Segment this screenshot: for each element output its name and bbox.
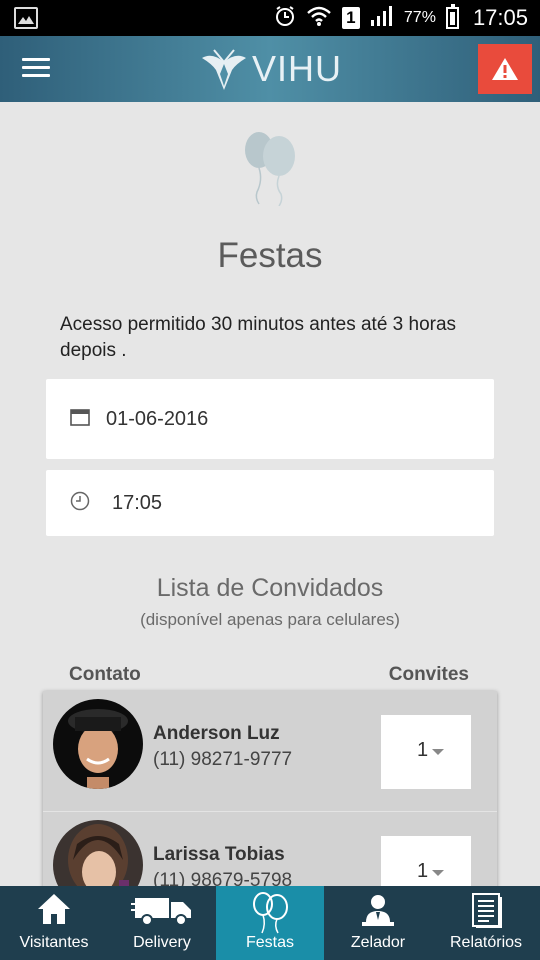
status-bar: 1 77% 17:05 <box>0 0 540 36</box>
guests-title: Lista de Convidados <box>156 574 384 602</box>
logo-text: VIHU <box>252 48 343 89</box>
gallery-icon <box>14 7 38 29</box>
nav-label: Visitantes <box>19 934 89 951</box>
nav-label: Delivery <box>133 934 191 951</box>
nav-label: Festas <box>245 934 294 951</box>
access-note: Acesso permitido 30 minutos antes até 3 … <box>60 314 457 361</box>
app-bar: VIHU <box>0 36 540 102</box>
guest-phone: (11) 98679-5798 <box>153 870 293 886</box>
battery-percent: 77% <box>403 9 436 26</box>
list-item: Anderson Luz (11) 98271-9777 1 <box>43 691 497 812</box>
chevron-down-icon <box>432 870 444 876</box>
bottom-nav: Visitantes Delivery Festas Zelador Relat… <box>0 886 540 960</box>
calendar-icon <box>70 408 90 431</box>
avatar <box>53 820 143 886</box>
signal-icon <box>370 5 394 32</box>
guest-name: Anderson Luz <box>153 723 280 744</box>
column-header-contact: Contato <box>69 664 141 685</box>
nav-item-delivery[interactable]: Delivery <box>108 886 216 960</box>
time-value: 17:05 <box>112 491 163 514</box>
guest-phone: (11) 98271-9777 <box>153 749 293 770</box>
nav-label: Relatórios <box>449 934 523 951</box>
truck-icon <box>131 892 193 931</box>
date-value: 01-06-2016 <box>106 407 209 430</box>
date-field[interactable]: 01-06-2016 <box>46 379 494 459</box>
guest-list: Anderson Luz (11) 98271-9777 1 Larissa T… <box>43 691 497 886</box>
janitor-icon <box>360 892 396 933</box>
nav-item-zelador[interactable]: Zelador <box>324 886 432 960</box>
guests-subtitle: (disponível apenas para celulares) <box>140 610 400 629</box>
wifi-icon <box>306 5 332 32</box>
clock-icon <box>70 491 90 516</box>
balloons-icon <box>241 130 301 211</box>
chevron-down-icon <box>432 749 444 755</box>
balloons-icon <box>251 892 289 939</box>
sim-icon: 1 <box>341 7 360 29</box>
nav-item-relatorios[interactable]: Relatórios <box>432 886 540 960</box>
alarm-icon <box>274 5 296 32</box>
alert-button[interactable] <box>478 44 532 94</box>
column-header-invites: Convites <box>388 664 469 685</box>
time-field[interactable]: 17:05 <box>46 470 494 536</box>
list-item: Larissa Tobias (11) 98679-5798 1 <box>43 812 497 886</box>
festas-content: Festas Acesso permitido 30 minutos antes… <box>0 102 540 886</box>
page-title: Festas <box>217 236 323 275</box>
battery-icon <box>445 4 459 29</box>
vihu-logo-icon <box>202 49 246 90</box>
logo: VIHU <box>200 42 342 96</box>
nav-item-festas[interactable]: Festas <box>216 886 324 960</box>
invites-select[interactable]: 1 <box>381 836 471 886</box>
invites-value: 1 <box>417 739 429 761</box>
invites-value: 1 <box>417 860 429 882</box>
guest-name: Larissa Tobias <box>153 844 285 865</box>
avatar <box>53 699 143 789</box>
nav-item-visitantes[interactable]: Visitantes <box>0 886 108 960</box>
menu-icon[interactable] <box>22 56 50 80</box>
nav-label: Zelador <box>350 934 406 951</box>
invites-select[interactable]: 1 <box>381 715 471 789</box>
report-icon <box>469 892 503 933</box>
clock-time: 17:05 <box>472 5 528 30</box>
warning-icon <box>492 58 518 80</box>
house-icon <box>36 892 72 931</box>
